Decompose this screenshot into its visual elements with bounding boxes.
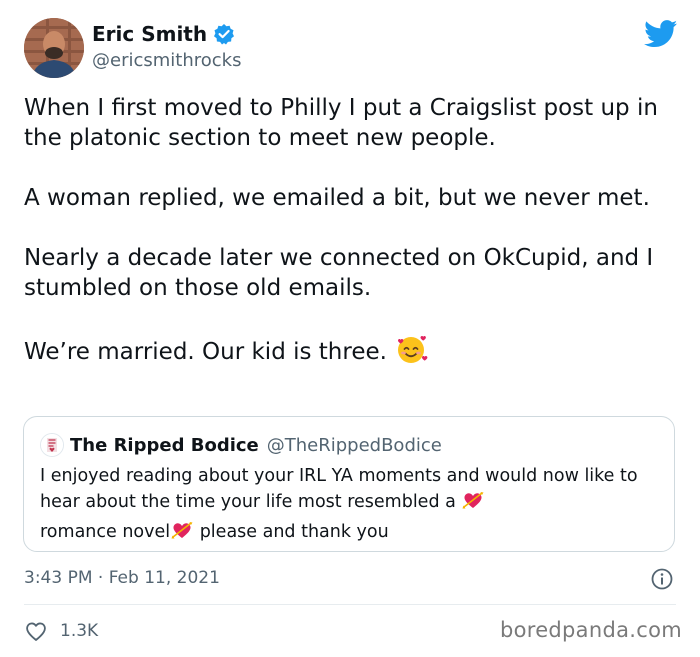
- quoted-author-name: The Ripped Bodice: [70, 434, 259, 456]
- author-name-row: Eric Smith: [92, 22, 235, 46]
- smiling-face-with-hearts-icon: [394, 333, 428, 373]
- tweet-paragraph-last: We’re married. Our kid is three.: [24, 333, 676, 373]
- quoted-text-part: romance novel: [40, 522, 171, 542]
- watermark: boredpanda.com: [499, 618, 682, 642]
- tweet-timestamp[interactable]: 3:43 PM · Feb 11, 2021: [24, 567, 220, 589]
- author-avatar[interactable]: [24, 18, 84, 78]
- quoted-tweet-header: The Ripped Bodice @TheRippedBodice: [40, 433, 442, 457]
- tweet-card: Eric Smith @ericsmithrocks When I first …: [0, 0, 700, 657]
- quoted-author-handle: @TheRippedBodice: [266, 434, 442, 456]
- tweet-text: When I first moved to Philly I put a Cra…: [24, 93, 676, 373]
- author-handle[interactable]: @ericsmithrocks: [92, 50, 241, 72]
- quoted-tweet[interactable]: The Ripped Bodice @TheRippedBodice I enj…: [23, 416, 675, 552]
- info-icon[interactable]: [650, 567, 674, 591]
- tweet-paragraph: A woman replied, we emailed a bit, but w…: [24, 185, 650, 211]
- quoted-text-part: I enjoyed reading about your IRL YA mome…: [40, 466, 638, 512]
- verified-badge-icon: [213, 23, 235, 45]
- quoted-author-avatar: [40, 433, 64, 457]
- heart-icon[interactable]: [24, 620, 48, 642]
- tweet-paragraph: When I first moved to Philly I put a Cra…: [24, 95, 658, 151]
- like-count: 1.3K: [60, 621, 99, 641]
- tweet-paragraph-text: We’re married. Our kid is three.: [24, 339, 387, 365]
- twitter-bird-icon[interactable]: [644, 20, 678, 48]
- heart-with-arrow-icon: [461, 489, 485, 519]
- author-name[interactable]: Eric Smith: [92, 22, 207, 46]
- divider: [24, 604, 676, 605]
- heart-with-arrow-icon: [170, 519, 194, 549]
- quoted-tweet-text: I enjoyed reading about your IRL YA mome…: [40, 463, 660, 549]
- like-action[interactable]: 1.3K: [24, 620, 98, 642]
- tweet-paragraph: Nearly a decade later we connected on Ok…: [24, 245, 654, 301]
- quoted-text-part: please and thank you: [199, 522, 389, 542]
